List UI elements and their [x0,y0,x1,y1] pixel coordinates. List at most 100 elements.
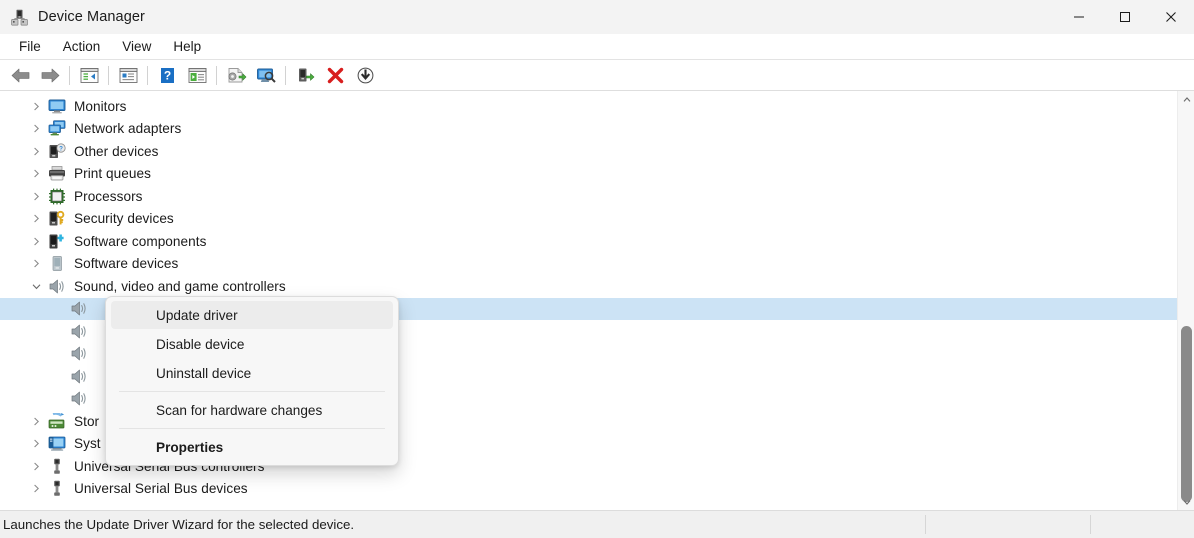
tree-item-label: Security devices [74,211,174,227]
enable-device-button[interactable] [290,62,320,89]
properties-button[interactable] [113,62,143,89]
scan-monitor-icon [256,68,276,83]
tree-item-software-components[interactable]: Software components [0,230,1177,253]
context-menu: Update driver Disable device Uninstall d… [105,296,399,466]
chevron-right-icon[interactable] [28,188,44,204]
toolbar-separator [108,65,109,85]
context-disable-device[interactable]: Disable device [111,330,393,358]
context-scan-hardware-changes[interactable]: Scan for hardware changes [111,396,393,424]
close-button[interactable] [1148,0,1194,34]
context-menu-separator [119,428,385,429]
vertical-scrollbar[interactable] [1177,91,1194,510]
chevron-right-icon[interactable] [28,98,44,114]
scrollbar-thumb[interactable] [1181,325,1192,502]
title-bar: Device Manager [0,0,1194,34]
scan-hardware-changes-button[interactable] [251,62,281,89]
chevron-right-icon[interactable] [28,256,44,272]
console-tree-button[interactable] [182,62,212,89]
tree-item-monitors[interactable]: Monitors [0,95,1177,118]
install-legacy-hardware-button[interactable] [350,62,380,89]
context-menu-separator [119,391,385,392]
menu-bar: File Action View Help [0,34,1194,60]
tree-item-label: Other devices [74,143,159,159]
minimize-button[interactable] [1056,0,1102,34]
tree-item-label: Software components [74,233,207,249]
scroll-up-arrow-icon[interactable] [1178,91,1194,108]
tree-item-label: Monitors [74,98,127,114]
download-arrow-icon [357,67,373,83]
forward-arrow-icon [41,68,59,82]
other-device-icon: ? [48,143,66,160]
toolbar-separator [285,65,286,85]
security-device-icon [48,210,66,227]
chevron-right-icon[interactable] [28,458,44,474]
speaker-icon [70,390,88,407]
tree-item-usb-devices[interactable]: Universal Serial Bus devices [0,478,1177,501]
tree-item-label: Network adapters [74,121,182,137]
usb-icon [48,480,66,497]
tree-item-software-devices[interactable]: Software devices [0,253,1177,276]
update-driver-button[interactable] [221,62,251,89]
context-update-driver[interactable]: Update driver [111,301,393,329]
menu-file[interactable]: File [8,36,52,58]
minimize-icon [1074,16,1084,18]
device-manager-icon [11,9,28,26]
tree-item-network-adapters[interactable]: Network adapters [0,118,1177,141]
tree-item-label: Syst [74,436,101,452]
tree-item-print-queues[interactable]: Print queues [0,163,1177,186]
software-component-icon [48,233,66,250]
chevron-down-icon[interactable] [28,278,44,294]
menu-view[interactable]: View [111,36,162,58]
close-icon [1166,12,1176,22]
svg-text:?: ? [59,145,63,152]
status-bar-divider [925,515,926,534]
storage-controller-icon [48,412,66,430]
maximize-icon [1120,12,1130,22]
chevron-right-icon[interactable] [28,481,44,497]
tree-item-label: Software devices [74,256,179,272]
maximize-button[interactable] [1102,0,1148,34]
printer-icon [48,165,66,182]
tree-item-security-devices[interactable]: Security devices [0,208,1177,231]
toolbar-separator [69,65,70,85]
speaker-icon [70,300,88,317]
forward-button[interactable] [35,62,65,89]
processor-icon [48,188,66,205]
window-controls [1056,0,1194,34]
menu-action[interactable]: Action [52,36,112,58]
uninstall-device-button[interactable] [320,62,350,89]
tree-item-label: Processors [74,188,143,204]
red-x-icon [327,67,343,83]
device-manager-window: Device Manager File Action View Help ? M… [0,0,1194,538]
speaker-icon [70,323,88,340]
show-hide-tree-button[interactable] [74,62,104,89]
enable-device-icon [298,68,314,81]
chevron-right-icon[interactable] [28,143,44,159]
chevron-right-icon[interactable] [28,413,44,429]
system-device-icon [48,435,66,452]
window-title: Device Manager [38,9,145,25]
chevron-right-icon[interactable] [28,121,44,137]
context-uninstall-device[interactable]: Uninstall device [111,359,393,387]
help-button[interactable]: ? [152,62,182,89]
tree-item-label: Stor [74,413,100,429]
tree-item-sound-video-game-controllers[interactable]: Sound, video and game controllers [0,275,1177,298]
tree-item-other-devices[interactable]: ? Other devices [0,140,1177,163]
network-adapter-icon [48,120,66,137]
help-question-icon: ? [160,67,174,83]
speaker-icon [70,345,88,362]
toolbar: ? [0,60,1194,91]
chevron-right-icon[interactable] [28,211,44,227]
chevron-right-icon[interactable] [28,233,44,249]
properties-window-icon [119,67,137,83]
context-properties[interactable]: Properties [111,433,393,461]
back-arrow-icon [11,68,29,82]
software-device-icon [48,255,66,272]
chevron-right-icon[interactable] [28,436,44,452]
chevron-right-icon[interactable] [28,166,44,182]
back-button[interactable] [5,62,35,89]
scroll-down-arrow-icon[interactable] [1178,493,1194,510]
toolbar-separator [147,65,148,85]
menu-help[interactable]: Help [162,36,212,58]
tree-item-processors[interactable]: Processors [0,185,1177,208]
